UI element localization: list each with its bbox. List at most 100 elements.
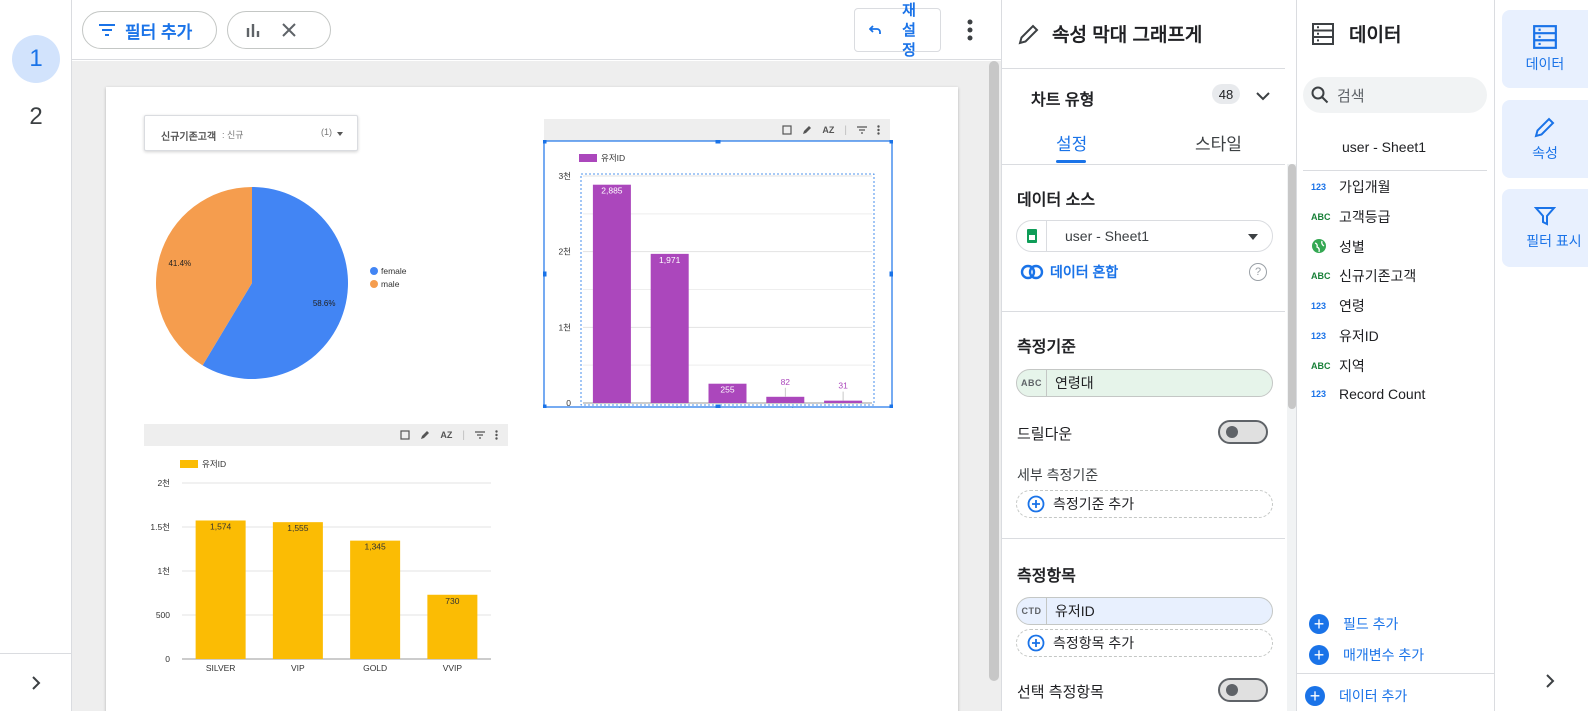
field-item[interactable]: 성별 [1311, 237, 1365, 257]
drilldown-label: 드릴다운 [1017, 426, 1073, 443]
reset-button[interactable]: 재설정 [854, 2, 941, 59]
sort-icon[interactable]: AZ [440, 430, 452, 440]
sheets-icon [1017, 221, 1047, 251]
edit-icon[interactable] [420, 430, 430, 440]
pie-data-label: 58.6% [313, 299, 336, 308]
bar-data-label: 2,885 [601, 186, 623, 196]
resize-handle[interactable] [715, 140, 721, 144]
expand-rail-button[interactable] [0, 653, 71, 711]
field-name: 지역 [1339, 357, 1365, 374]
close-icon[interactable] [282, 23, 296, 37]
add-data-button[interactable]: + 데이터 추가 [1305, 686, 1407, 706]
pie-chart[interactable]: 58.6% female 41.4% male [146, 187, 416, 387]
more-vert-icon[interactable] [877, 125, 880, 135]
bar-data-label: 31 [838, 381, 848, 391]
text-type-icon: ABC [1311, 360, 1331, 371]
resize-handle[interactable] [715, 404, 721, 409]
bar-20대[interactable] [592, 184, 631, 403]
field-item[interactable]: 123 유저ID [1311, 326, 1379, 346]
database-icon [1533, 25, 1557, 49]
resize-handle[interactable] [543, 271, 547, 277]
add-icon: + [1305, 686, 1325, 706]
drilldown-toggle[interactable] [1218, 420, 1268, 444]
legend-swatch [579, 154, 597, 162]
page-1-button[interactable]: 1 [12, 35, 60, 83]
divider [1002, 68, 1285, 69]
filter-icon[interactable] [475, 431, 485, 439]
field-item[interactable]: 123 Record Count [1311, 386, 1425, 402]
dropdown-arrow-icon [1248, 234, 1258, 240]
age-bar-chart[interactable]: 유저ID01천2천3천2,88520대1,97130대25540대8250대31… [543, 140, 893, 408]
y-tick-label: 1천 [558, 322, 571, 332]
help-icon[interactable]: ? [1249, 263, 1267, 281]
data-panel-title: 데이터 [1349, 25, 1402, 46]
field-name: 연령 [1339, 298, 1365, 315]
resize-handle[interactable] [889, 271, 894, 277]
bar-GOLD[interactable] [350, 540, 401, 659]
more-vert-icon[interactable] [495, 430, 498, 440]
resize-handle[interactable] [889, 140, 894, 144]
add-filter-button[interactable]: 필터 추가 [82, 11, 217, 49]
field-name: 신규기존고객 [1339, 268, 1417, 285]
chevron-right-icon[interactable] [1545, 674, 1555, 688]
rail-filter-button[interactable]: 필터 표시 [1502, 189, 1588, 267]
number-type-icon: 123 [1311, 301, 1327, 312]
filter-icon[interactable] [857, 126, 867, 134]
chevron-right-icon [31, 675, 40, 690]
canvas-scrollbar[interactable] [989, 61, 999, 681]
select-icon[interactable] [400, 430, 410, 440]
field-item[interactable]: 123 연령 [1311, 296, 1365, 316]
bar-VIP[interactable] [272, 522, 323, 659]
field-name: 성별 [1339, 238, 1365, 255]
y-tick-label: 1.5천 [150, 522, 170, 532]
number-type-icon: 123 [1311, 182, 1327, 192]
data-panel: 데이터 검색 user - Sheet1 123 가입개월 ABC 고객등급 성별 ABC… [1297, 0, 1495, 711]
edit-icon[interactable] [802, 125, 812, 135]
field-item[interactable]: ABC 신규기존고객 [1311, 266, 1416, 286]
grade-bar-chart[interactable]: 유저ID 0 500 1천 1.5천 2천 1,574 SILVER 1,555 VIP 1,345… [144, 447, 508, 677]
resize-handle[interactable] [889, 404, 894, 409]
bar-기타[interactable] [824, 400, 863, 403]
more-menu-button[interactable] [958, 14, 982, 46]
data-source-title: 데이터 소스 [1017, 192, 1096, 209]
optional-metric-toggle[interactable] [1218, 678, 1268, 702]
chart-filter-chip[interactable] [227, 11, 331, 49]
rail-properties-button[interactable]: 속성 [1502, 100, 1588, 178]
page-2-button[interactable]: 2 [12, 93, 60, 141]
metric-chip[interactable]: CTD 유저ID [1016, 597, 1273, 625]
bar-chart-icon [246, 24, 260, 37]
tab-indicator [1056, 160, 1086, 163]
field-item[interactable]: ABC 고객등급 [1311, 207, 1391, 227]
add-metric-button[interactable]: 측정항목 추가 [1016, 629, 1273, 657]
tab-style[interactable]: 스타일 [1195, 130, 1242, 155]
sub-dimension-label: 세부 측정기준 [1017, 467, 1099, 483]
rail-data-button[interactable]: 데이터 [1502, 10, 1588, 88]
number-type-icon: 123 [1311, 331, 1327, 341]
add-data-label: 데이터 추가 [1339, 688, 1408, 704]
divider [1002, 311, 1285, 312]
add-dimension-button[interactable]: 측정기준 추가 [1016, 490, 1273, 518]
data-source-value: user - Sheet1 [1065, 228, 1150, 244]
bar-30대[interactable] [650, 253, 689, 403]
select-icon[interactable] [782, 125, 792, 135]
add-parameter-button[interactable]: + 매개변수 추가 [1309, 645, 1424, 665]
add-field-button[interactable]: + 필드 추가 [1309, 614, 1398, 634]
field-search[interactable]: 검색 [1303, 77, 1487, 113]
data-blend-link[interactable]: 데이터 혼합 [1020, 262, 1118, 282]
tab-settings[interactable]: 설정 [1056, 130, 1087, 155]
bar-50대[interactable] [766, 396, 805, 403]
sort-icon[interactable]: AZ [822, 125, 834, 135]
resize-handle[interactable] [543, 140, 547, 144]
chevron-down-icon[interactable] [1256, 92, 1270, 101]
search-icon [1311, 86, 1329, 104]
resize-handle[interactable] [543, 404, 547, 409]
props-scrollbar[interactable] [1288, 164, 1296, 409]
field-item[interactable]: ABC 지역 [1311, 356, 1365, 376]
data-source-select[interactable]: user - Sheet1 [1016, 220, 1273, 252]
filter-control[interactable]: 신규기존고객 : 신규 (1) [144, 115, 358, 151]
add-circle-icon [1027, 634, 1045, 652]
divider [1002, 164, 1285, 165]
dimension-chip[interactable]: ABC 연령대 [1016, 369, 1273, 397]
field-item[interactable]: 123 가입개월 [1311, 177, 1391, 197]
bar-SILVER[interactable] [195, 520, 246, 659]
